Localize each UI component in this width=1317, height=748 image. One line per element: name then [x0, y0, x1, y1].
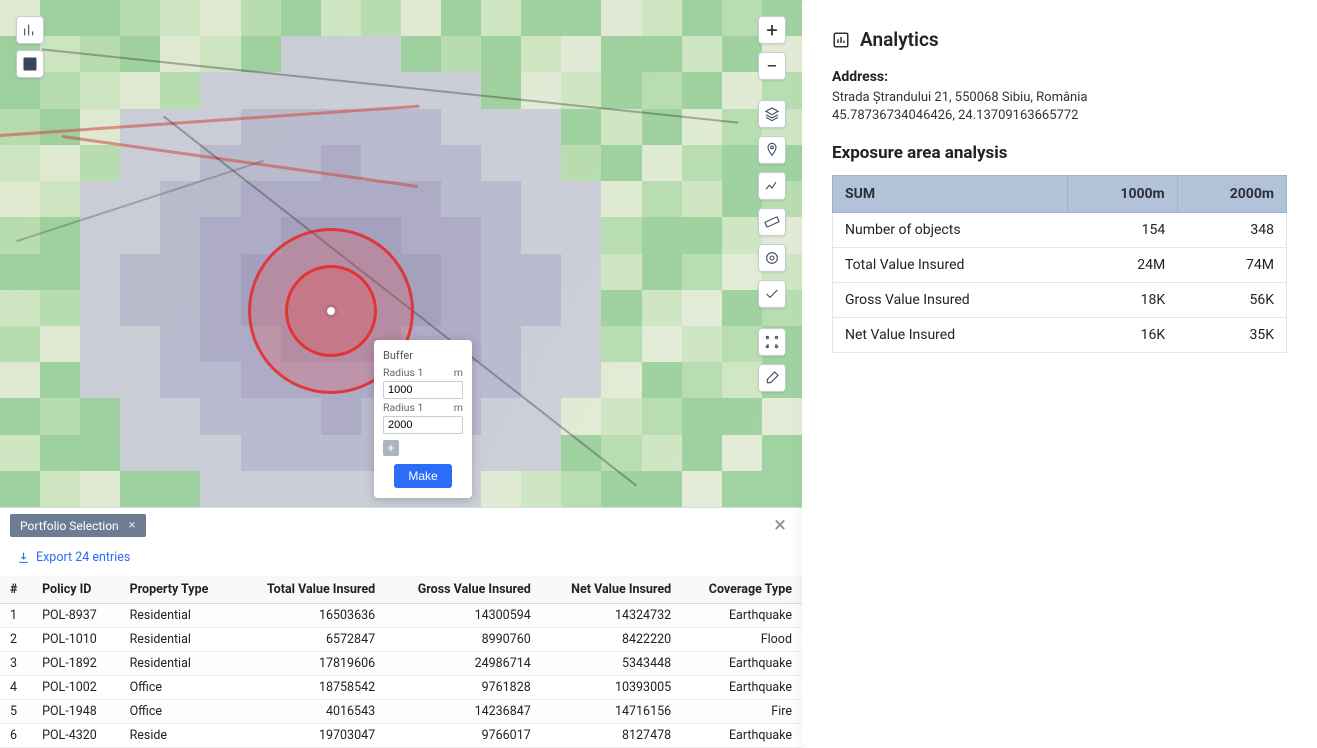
- portfolio-col-header: Gross Value Insured: [385, 576, 541, 604]
- analytics-title: Analytics: [832, 28, 1287, 51]
- export-label: Export 24 entries: [36, 550, 130, 565]
- table-row[interactable]: 5POL-1948Office40165431423684714716156Fi…: [0, 700, 802, 724]
- panel-close-icon[interactable]: ×: [774, 515, 786, 537]
- buffer-title: Buffer: [383, 349, 463, 362]
- exposure-row: Gross Value Insured18K56K: [833, 282, 1287, 317]
- radius1-label: Radius 1: [383, 366, 423, 379]
- table-row[interactable]: 1POL-8937Residential16503636143005941432…: [0, 604, 802, 628]
- tab-label: Portfolio Selection: [20, 519, 119, 533]
- pin-icon: [764, 142, 780, 158]
- portfolio-table: #Policy IDProperty TypeTotal Value Insur…: [0, 576, 802, 748]
- map-tools-left: [16, 16, 44, 78]
- analytics-icon: [832, 31, 850, 49]
- bar-chart-icon: [22, 22, 38, 38]
- map-canvas[interactable]: + −: [0, 0, 802, 507]
- ruler-icon: [764, 214, 780, 230]
- exposure-row: Net Value Insured16K35K: [833, 317, 1287, 352]
- analytics-title-text: Analytics: [860, 28, 939, 51]
- unit-label: m: [454, 401, 463, 414]
- map-tools-right: + −: [758, 16, 786, 392]
- polygon-button[interactable]: [758, 328, 786, 356]
- marker-button[interactable]: [758, 136, 786, 164]
- target-icon: [764, 250, 780, 266]
- exposure-title: Exposure area analysis: [832, 143, 1287, 163]
- layers-button[interactable]: [758, 100, 786, 128]
- ruler-button[interactable]: [758, 208, 786, 236]
- portfolio-col-header: Coverage Type: [681, 576, 802, 604]
- buffer-center-point: [327, 307, 335, 315]
- eraser-button[interactable]: [758, 364, 786, 392]
- exposure-col-header: SUM: [833, 175, 1068, 212]
- exposure-row: Total Value Insured24M74M: [833, 247, 1287, 282]
- add-radius-button[interactable]: +: [383, 440, 399, 456]
- portfolio-col-header: Total Value Insured: [235, 576, 385, 604]
- radius2-input[interactable]: [383, 416, 463, 434]
- exposure-col-header: 2000m: [1177, 175, 1286, 212]
- table-icon: [22, 56, 38, 72]
- tab-close-icon[interactable]: ×: [129, 518, 136, 533]
- portfolio-panel: Portfolio Selection × × Export 24 entrie…: [0, 507, 802, 748]
- table-row[interactable]: 6POL-4320Reside1970304797660178127478Ear…: [0, 724, 802, 748]
- unit-label: m: [454, 366, 463, 379]
- line-chart-icon: [764, 178, 780, 194]
- exposure-table: SUM1000m2000m Number of objects154348Tot…: [832, 175, 1287, 353]
- table-row[interactable]: 3POL-1892Residential17819606249867145343…: [0, 652, 802, 676]
- layers-icon: [764, 106, 780, 122]
- polygon-icon: [764, 334, 780, 350]
- zoom-out-button[interactable]: −: [758, 52, 786, 80]
- radius2-label: Radius 1: [383, 401, 423, 414]
- table-tool-button[interactable]: [16, 50, 44, 78]
- address-line: Strada Ștrandului 21, 550068 Sibiu, Româ…: [832, 89, 1287, 108]
- chart-tool-button[interactable]: [16, 16, 44, 44]
- exposure-col-header: 1000m: [1068, 175, 1177, 212]
- table-row[interactable]: 4POL-1002Office18758542976182810393005Ea…: [0, 676, 802, 700]
- export-link[interactable]: Export 24 entries: [10, 547, 137, 568]
- table-row[interactable]: 2POL-1010Residential65728478990760842222…: [0, 628, 802, 652]
- make-button[interactable]: Make: [394, 464, 451, 488]
- portfolio-tab[interactable]: Portfolio Selection ×: [10, 514, 146, 537]
- check-button[interactable]: [758, 280, 786, 308]
- check-icon: [764, 286, 780, 302]
- target-button[interactable]: [758, 244, 786, 272]
- radius1-input[interactable]: [383, 381, 463, 399]
- download-icon: [17, 551, 30, 564]
- address-label: Address:: [832, 69, 1287, 85]
- eraser-icon: [764, 370, 780, 386]
- line-chart-button[interactable]: [758, 172, 786, 200]
- portfolio-col-header: #: [0, 576, 32, 604]
- zoom-in-button[interactable]: +: [758, 16, 786, 44]
- address-coords: 45.78736734046426, 24.13709163665772: [832, 108, 1287, 123]
- buffer-popup: Buffer Radius 1 m Radius 1 m + Make: [374, 340, 472, 498]
- portfolio-col-header: Policy ID: [32, 576, 120, 604]
- analytics-panel: Analytics Address: Strada Ștrandului 21,…: [802, 0, 1317, 748]
- portfolio-col-header: Net Value Insured: [541, 576, 681, 604]
- portfolio-col-header: Property Type: [120, 576, 236, 604]
- exposure-row: Number of objects154348: [833, 212, 1287, 247]
